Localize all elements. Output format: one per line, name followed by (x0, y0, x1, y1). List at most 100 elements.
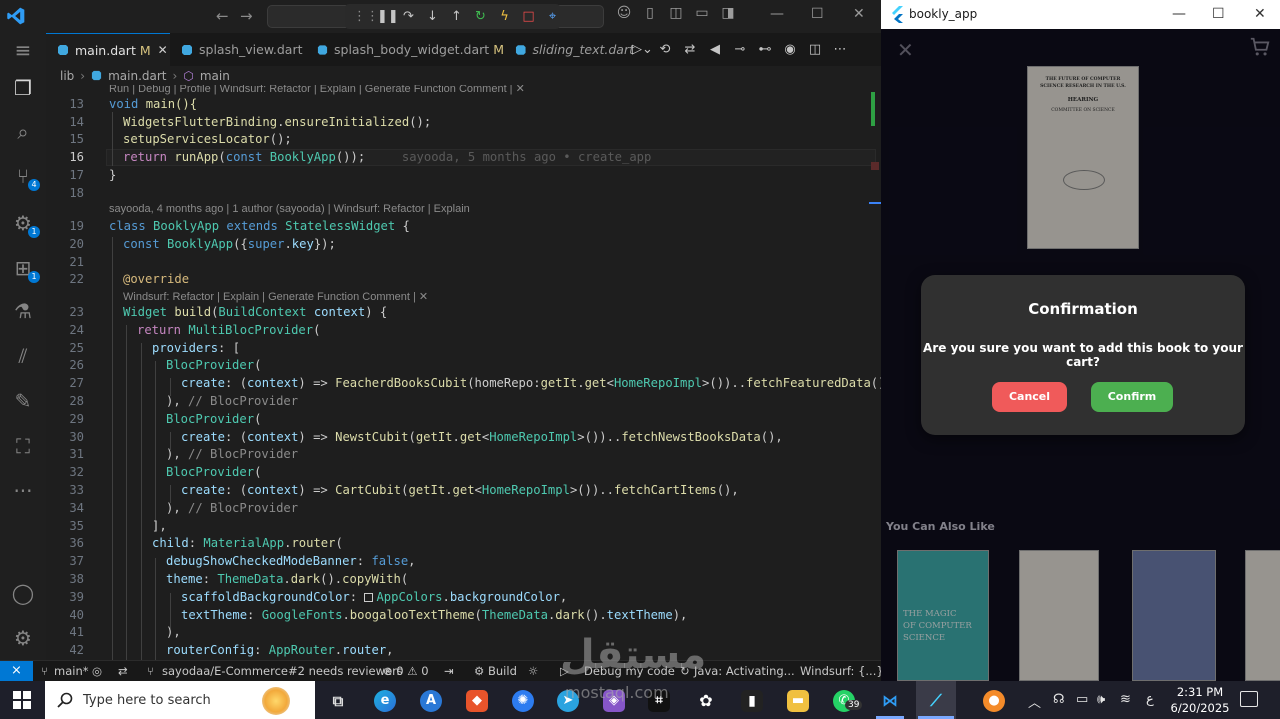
build-button[interactable]: Build (488, 664, 517, 678)
app-icon[interactable]: A (420, 690, 442, 712)
layout-sidebar-icon[interactable]: ▯ (642, 5, 658, 21)
run-debug-icon[interactable]: ⚙ 1 (11, 211, 40, 238)
maximize-icon[interactable]: ☐ (1212, 6, 1225, 22)
commit-icon[interactable]: ⊸ (732, 42, 748, 57)
color-swatch[interactable] (364, 593, 374, 602)
inspect-icon[interactable]: ⌖ (545, 9, 560, 24)
taskbar-search[interactable]: Type here to search (45, 681, 315, 719)
timeline-icon[interactable]: ⟲ (657, 42, 673, 57)
code-lens[interactable]: sayooda, 4 months ago | 1 author (sayood… (109, 203, 470, 215)
more-icon[interactable]: ··· (11, 479, 35, 503)
layout-editor-icon[interactable]: ◫ (668, 5, 684, 21)
hot-reload-icon[interactable]: ϟ (497, 9, 512, 24)
forward-arrow-icon[interactable]: → (240, 7, 253, 25)
step-over-icon[interactable]: ↷ (401, 9, 416, 24)
windsurf-status[interactable]: Windsurf: {...} (800, 664, 884, 678)
minimize-icon[interactable]: — (1172, 6, 1186, 22)
task-view-icon[interactable]: ⧉ (327, 690, 349, 712)
token: getIt (408, 483, 446, 497)
notification-center-icon[interactable] (1240, 691, 1258, 707)
chatgpt-icon[interactable]: ✿ (695, 690, 717, 712)
remote-icon[interactable]: ⨯ (0, 661, 33, 682)
search-icon[interactable]: ⌕ (11, 120, 35, 144)
source-control-icon[interactable]: ⑂ 4 (11, 164, 40, 191)
volume-icon[interactable]: 🕪 (1097, 692, 1105, 707)
code-lens[interactable]: Run | Debug | Profile | Windsurf: Refact… (109, 85, 525, 95)
settings-gear-icon[interactable]: ⚙ (11, 626, 35, 650)
account-icon[interactable]: ◯ (11, 581, 35, 605)
app-icon[interactable]: ● (983, 690, 1005, 712)
tab-label: sliding_text.dart (532, 42, 634, 57)
confirm-button[interactable]: Confirm (1091, 382, 1173, 412)
wifi-icon[interactable]: ≋ (1120, 692, 1131, 707)
flutter-taskbar-icon[interactable]: ⟋ (925, 690, 947, 712)
more-actions-icon[interactable]: ⋯ (832, 42, 848, 57)
edit-icon[interactable]: ✎ (11, 389, 35, 413)
input-language[interactable]: ع (1146, 692, 1154, 707)
code-editor[interactable]: Run | Debug | Profile | Windsurf: Refact… (46, 85, 881, 660)
flutter-icon[interactable]: ⫽ (11, 344, 35, 368)
compare-icon[interactable]: ⇄ (682, 42, 698, 57)
run-debug-dropdown-icon[interactable]: ▷⌄ (632, 42, 653, 57)
back-arrow-icon[interactable]: ← (216, 7, 229, 25)
drag-handle-icon[interactable]: ⋮⋮ (353, 9, 379, 24)
breadcrumb-item[interactable]: main.dart (108, 69, 166, 83)
vscode-taskbar-icon[interactable]: ⋈ (879, 690, 901, 712)
battery-icon[interactable]: ▭ (1076, 692, 1088, 707)
headset-icon[interactable]: ☊ (1053, 692, 1065, 707)
code-line: class BooklyApp extends StatelessWidget … (109, 219, 410, 233)
open-changes-icon[interactable]: ◉ (782, 42, 798, 57)
copilot-icon[interactable]: ☺ (616, 5, 632, 21)
compare-icon[interactable]: ⇄ (118, 664, 128, 678)
restart-icon[interactable]: ↻ (473, 9, 488, 24)
token: boogalooTextTheme (349, 608, 475, 622)
brave-browser-icon[interactable]: ◆ (466, 690, 488, 712)
tab-splash-view[interactable]: splash_view.dart (170, 33, 306, 66)
weather-sun-icon[interactable] (262, 687, 290, 715)
explorer-icon[interactable]: ❐ (11, 76, 35, 100)
file-explorer-icon[interactable]: ▬ (787, 690, 809, 712)
layout-secondary-icon[interactable]: ◨ (720, 5, 736, 21)
pause-icon[interactable]: ❚❚ (377, 9, 399, 24)
run-icon[interactable]: ⇥ (444, 664, 454, 678)
chart-app-icon[interactable]: ▮ (741, 690, 763, 712)
chevron-up-icon[interactable]: ︿ (1028, 692, 1041, 711)
stop-icon[interactable]: □ (521, 9, 536, 24)
testing-icon[interactable]: ⚗ (11, 299, 35, 323)
system-clock[interactable]: 2:31 PM 6/20/2025 (1170, 684, 1230, 716)
edge-browser-icon[interactable]: e (374, 690, 396, 712)
problems-count[interactable]: ⊗ 0 ⚠ 0 (383, 664, 429, 678)
menu-icon[interactable]: ≡ (11, 38, 35, 62)
sync-icon[interactable]: ◎ (92, 664, 102, 678)
tab-sliding-text[interactable]: sliding_text.dart (504, 33, 634, 66)
bug-icon[interactable]: ☼ (528, 664, 538, 678)
maximize-icon[interactable]: ☐ (811, 6, 824, 22)
token: ( (474, 608, 482, 622)
git-branch[interactable]: main* (54, 664, 88, 678)
close-tab-icon[interactable]: ✕ (158, 43, 168, 57)
layout-panel-icon[interactable]: ▭ (694, 5, 710, 21)
code-lens[interactable]: Windsurf: Refactor | Explain | Generate … (123, 290, 428, 303)
cancel-button[interactable]: Cancel (992, 382, 1067, 412)
extensions-icon[interactable]: ⊞ 1 (11, 256, 40, 283)
layout-controls: ☺ ▯ ◫ ▭ ◨ (616, 5, 736, 21)
app-icon[interactable]: ✺ (512, 690, 534, 712)
step-into-icon[interactable]: ↓ (425, 9, 440, 24)
java-status[interactable]: Java: Activating... (694, 664, 795, 678)
next-change-icon[interactable]: ⊷ (757, 42, 773, 57)
breadcrumb-item[interactable]: main (200, 69, 230, 83)
tab-main-dart[interactable]: main.dart M ✕ (46, 33, 170, 66)
close-window-icon[interactable]: ✕ (853, 6, 865, 22)
prev-change-icon[interactable]: ◀ (707, 42, 723, 57)
windows-start-icon[interactable] (13, 691, 31, 709)
code-line: create: (context) => NewstCubit(getIt.ge… (181, 430, 783, 444)
step-out-icon[interactable]: ↑ (449, 9, 464, 24)
token: , (386, 643, 394, 657)
split-editor-icon[interactable]: ◫ (807, 42, 823, 57)
tab-splash-body-widget[interactable]: splash_body_widget.dart M (306, 33, 504, 66)
close-window-icon[interactable]: ✕ (1254, 6, 1266, 22)
pull-request-status[interactable]: sayodaa/E-Commerce#2 needs reviewers (162, 664, 403, 678)
remote-explorer-icon[interactable]: ⛶ (11, 434, 35, 458)
breadcrumb-item[interactable]: lib (60, 69, 74, 83)
minimize-icon[interactable]: — (770, 6, 784, 22)
